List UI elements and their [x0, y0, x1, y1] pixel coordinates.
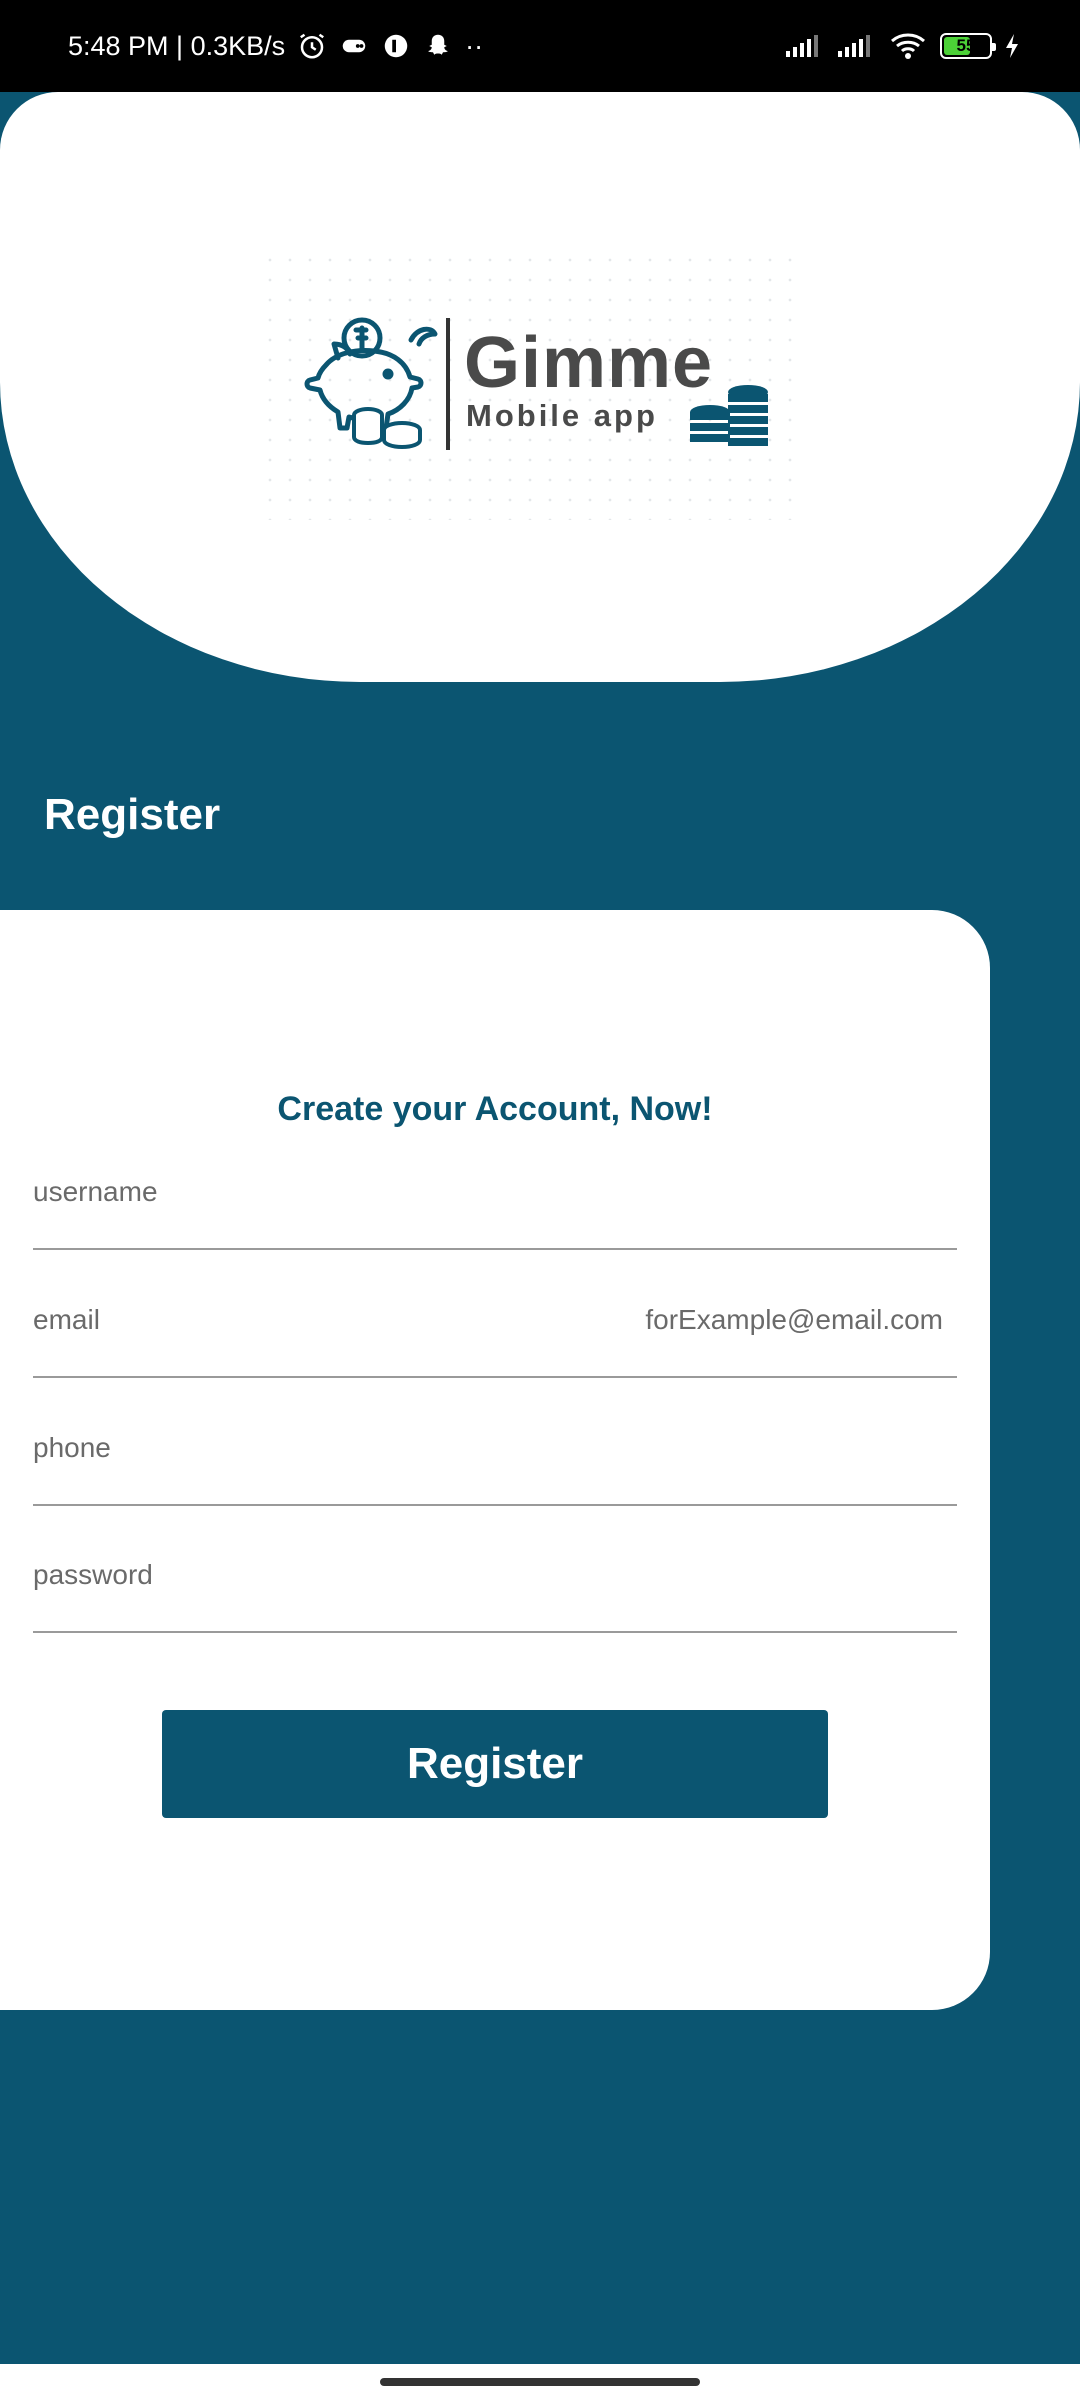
piggy-bank-icon — [304, 317, 438, 450]
logo-title: Gimme — [464, 323, 714, 403]
password-field[interactable]: password — [33, 1533, 957, 1633]
status-time: 5:48 PM | 0.3KB/s — [68, 30, 286, 61]
alarm-icon — [300, 33, 325, 59]
wifi-icon — [891, 33, 925, 59]
home-indicator[interactable] — [380, 2378, 700, 2386]
status-left: 5:48 PM | 0.3KB/s ·· — [68, 31, 483, 62]
logo-divider — [446, 318, 450, 450]
register-form-card: Create your Account, Now! username email… — [0, 910, 990, 2010]
status-more: ·· — [465, 30, 484, 61]
game-icon — [342, 39, 366, 53]
username-label: username — [33, 1176, 158, 1207]
email-field[interactable]: email forExample@email.com — [33, 1278, 957, 1378]
cell-signal-icon — [786, 35, 818, 57]
coin-stack-icon — [690, 385, 768, 446]
app-logo: Gimme Mobile app — [260, 250, 800, 520]
phone-field[interactable]: phone — [33, 1406, 957, 1506]
email-hint: forExample@email.com — [645, 1304, 943, 1335]
header-card: Gimme Mobile app — [0, 92, 1080, 682]
status-bar: 5:48 PM | 0.3KB/s ·· 55 — [0, 0, 1080, 92]
status-right: 55 — [784, 31, 1020, 61]
battery-level: 55 — [956, 36, 976, 55]
phone-label: phone — [33, 1432, 111, 1463]
logo-subtitle: Mobile app — [466, 398, 658, 433]
app-icon — [384, 34, 408, 58]
password-label: password — [33, 1559, 153, 1590]
email-label: email — [33, 1304, 100, 1335]
cell-signal-icon — [838, 35, 870, 57]
charging-icon — [1006, 34, 1018, 58]
battery-icon: 55 — [940, 33, 996, 59]
form-title: Create your Account, Now! — [277, 1090, 713, 1128]
register-button[interactable]: Register — [162, 1710, 828, 1818]
snapchat-icon — [428, 34, 449, 55]
username-field[interactable]: username — [33, 1150, 957, 1250]
page-title: Register — [44, 790, 221, 839]
